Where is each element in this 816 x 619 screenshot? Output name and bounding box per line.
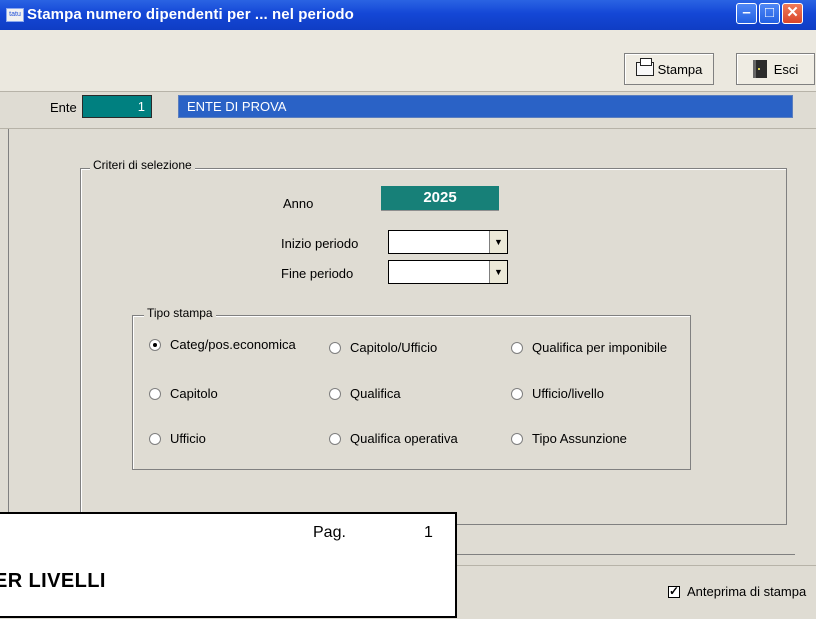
radio-capitolo[interactable]: Capitolo xyxy=(149,386,218,401)
radio-button-icon[interactable] xyxy=(329,341,341,354)
report-heading: ER LIVELLI xyxy=(0,570,106,592)
radio-label: Qualifica xyxy=(350,386,401,401)
radio-ufficio[interactable]: Ufficio xyxy=(149,431,206,446)
toolbar: Stampa Esci xyxy=(0,30,816,92)
radio-ufficio-livello[interactable]: Ufficio/livello xyxy=(511,386,604,401)
checkbox-icon[interactable] xyxy=(668,584,680,598)
ente-name-field: ENTE DI PROVA xyxy=(178,95,793,118)
radio-button-icon[interactable] xyxy=(511,432,523,445)
ente-row: Ente 1 ENTE DI PROVA xyxy=(0,92,816,129)
radio-qualifica[interactable]: Qualifica xyxy=(329,386,401,401)
chevron-down-icon[interactable]: ▼ xyxy=(489,231,507,253)
page-label: Pag. xyxy=(313,524,346,541)
radio-label: Capitolo/Ufficio xyxy=(350,340,438,355)
radio-button-icon[interactable] xyxy=(149,338,161,351)
chevron-down-icon[interactable]: ▼ xyxy=(489,261,507,283)
radio-qualifica-per-imponibile[interactable]: Qualifica per imponibile xyxy=(511,340,667,355)
radio-label: Ufficio/livello xyxy=(532,386,605,401)
radio-label: Categ/pos.economica xyxy=(170,337,296,352)
ente-code-field[interactable]: 1 xyxy=(82,95,152,118)
title-bar: tatu Stampa numero dipendenti per ... ne… xyxy=(0,0,816,30)
exit-icon xyxy=(752,60,767,78)
radio-button-icon[interactable] xyxy=(149,387,161,400)
minimize-button[interactable]: – xyxy=(736,3,757,24)
fine-periodo-label: Fine periodo xyxy=(281,266,354,281)
radio-categ-pos-economica[interactable]: Categ/pos.economica xyxy=(149,337,296,352)
esci-label: Esci xyxy=(773,61,799,77)
fine-periodo-select[interactable]: ▼ xyxy=(388,260,508,284)
printer-icon xyxy=(635,58,654,76)
tipo-stampa-legend: Tipo stampa xyxy=(144,306,216,320)
report-preview-page: Pag. 1 ER LIVELLI xyxy=(0,512,457,618)
page-number: 1 xyxy=(424,524,433,541)
inizio-periodo-select[interactable]: ▼ xyxy=(388,230,508,254)
anteprima-di-stampa-checkbox[interactable]: Anteprima di stampa xyxy=(668,584,806,599)
radio-button-icon[interactable] xyxy=(329,387,341,400)
maximize-button[interactable]: □ xyxy=(759,3,780,24)
criteria-legend: Criteri di selezione xyxy=(90,158,195,172)
stampa-button[interactable]: Stampa xyxy=(624,53,714,85)
anno-field[interactable]: 2025 xyxy=(381,186,499,211)
esci-button[interactable]: Esci xyxy=(736,53,815,85)
window-title: Stampa numero dipendenti per ... nel per… xyxy=(27,6,354,23)
radio-label: Qualifica per imponibile xyxy=(532,340,668,355)
inizio-periodo-label: Inizio periodo xyxy=(281,236,359,251)
radio-tipo-assunzione[interactable]: Tipo Assunzione xyxy=(511,431,627,446)
ente-label: Ente xyxy=(50,100,77,115)
radio-label: Tipo Assunzione xyxy=(532,431,627,446)
app-icon: tatu xyxy=(6,8,24,22)
radio-label: Qualifica operativa xyxy=(350,431,458,446)
radio-button-icon[interactable] xyxy=(511,341,523,354)
radio-button-icon[interactable] xyxy=(329,432,341,445)
radio-button-icon[interactable] xyxy=(511,387,523,400)
radio-button-icon[interactable] xyxy=(149,432,161,445)
anteprima-label: Anteprima di stampa xyxy=(687,584,807,599)
close-button[interactable]: ✕ xyxy=(782,3,803,24)
anno-label: Anno xyxy=(283,196,314,211)
stampa-label: Stampa xyxy=(657,61,703,77)
radio-label: Ufficio xyxy=(170,431,206,446)
radio-capitolo-ufficio[interactable]: Capitolo/Ufficio xyxy=(329,340,437,355)
radio-qualifica-operativa[interactable]: Qualifica operativa xyxy=(329,431,458,446)
radio-label: Capitolo xyxy=(170,386,218,401)
